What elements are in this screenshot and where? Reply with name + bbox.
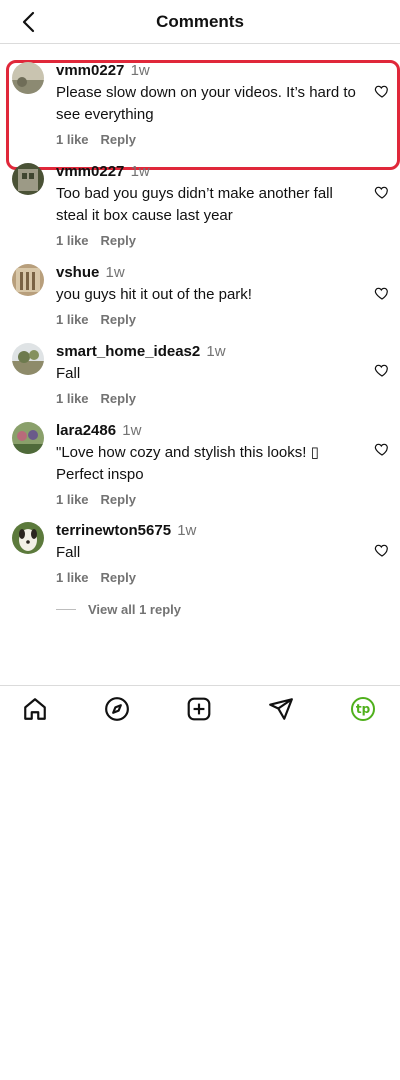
home-icon [24, 698, 46, 720]
avatar[interactable] [12, 163, 44, 195]
comment-username[interactable]: terrinewton5675 [56, 522, 171, 539]
heart-icon[interactable] [374, 285, 390, 301]
like-count[interactable]: 1 like [56, 492, 89, 507]
avatar[interactable] [12, 422, 44, 454]
avatar[interactable] [12, 264, 44, 296]
comment-time: 1w [122, 422, 142, 439]
avatar[interactable] [12, 522, 44, 554]
heart-icon[interactable] [374, 542, 390, 558]
reply-button[interactable]: Reply [101, 312, 136, 327]
like-count[interactable]: 1 like [56, 391, 89, 406]
like-count[interactable]: 1 like [56, 233, 89, 248]
like-count[interactable]: 1 like [56, 570, 89, 585]
send-icon [269, 698, 293, 720]
chevron-left-icon [22, 11, 35, 33]
reply-button[interactable]: Reply [101, 391, 136, 406]
comment-time: 1w [105, 264, 125, 281]
heart-icon[interactable] [374, 83, 390, 99]
compass-icon [105, 697, 129, 721]
comment-text: Please slow down on your videos. It’s ha… [56, 84, 356, 123]
back-button[interactable] [14, 9, 42, 35]
comment-text: you guys hit it out of the park! [56, 286, 252, 303]
header-bar: Comments [0, 0, 400, 44]
comment-text: Fall [56, 544, 81, 561]
comment-text: Too bad you guys didn’t make another fal… [56, 185, 333, 224]
comment-time: 1w [206, 343, 226, 360]
messages-button[interactable] [268, 696, 294, 722]
reply-button[interactable]: Reply [101, 233, 136, 248]
comment-text: "Love how cozy and stylish this looks! ▯… [56, 444, 319, 483]
like-count[interactable]: 1 like [56, 312, 89, 327]
comment-username[interactable]: vshue [56, 264, 99, 281]
create-button[interactable] [186, 696, 212, 722]
like-count[interactable]: 1 like [56, 132, 89, 147]
view-replies-label: View all 1 reply [88, 601, 181, 617]
reply-button[interactable]: Reply [101, 132, 136, 147]
profile-avatar: tp [351, 697, 375, 721]
explore-button[interactable] [104, 696, 130, 722]
home-button[interactable] [22, 696, 48, 722]
heart-icon[interactable] [374, 184, 390, 200]
plus-square-icon [187, 697, 211, 721]
reply-divider [56, 608, 76, 610]
comment-time: 1w [130, 163, 150, 180]
view-replies-button[interactable]: View all 1 reply [56, 599, 181, 619]
heart-icon[interactable] [374, 441, 390, 457]
comment-username[interactable]: vmm0227 [56, 163, 124, 180]
avatar[interactable] [12, 62, 44, 94]
comment-username[interactable]: smart_home_ideas2 [56, 343, 200, 360]
comment-text: Fall [56, 365, 81, 382]
bottom-nav: tp [0, 685, 400, 731]
comment-time: 1w [177, 522, 197, 539]
reply-button[interactable]: Reply [101, 570, 136, 585]
comment-username[interactable]: vmm0227 [56, 62, 124, 79]
reply-button[interactable]: Reply [101, 492, 136, 507]
avatar[interactable] [12, 343, 44, 375]
comment-username[interactable]: lara2486 [56, 422, 116, 439]
heart-icon[interactable] [374, 362, 390, 378]
page-title: Comments [156, 11, 244, 31]
profile-button[interactable]: tp [350, 696, 376, 722]
comment-time: 1w [130, 62, 150, 79]
